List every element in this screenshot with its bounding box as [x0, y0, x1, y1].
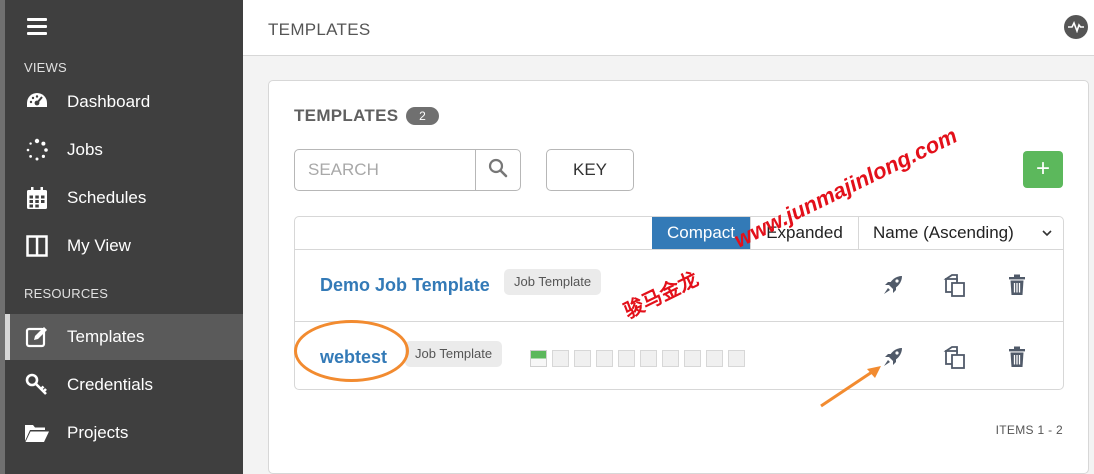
sidebar-item-projects[interactable]: Projects	[5, 410, 243, 456]
job-status-empty	[596, 350, 613, 367]
section-label-views: VIEWS	[24, 60, 67, 75]
recent-jobs-sparkline	[530, 350, 750, 367]
sidebar-item-label: Credentials	[67, 375, 153, 394]
add-template-button[interactable]: +	[1023, 151, 1063, 188]
columns-icon	[24, 233, 50, 259]
copy-icon[interactable]	[941, 343, 969, 371]
count-badge: 2	[406, 107, 439, 125]
job-status-empty	[618, 350, 635, 367]
template-type-badge: Job Template	[405, 341, 503, 367]
job-status-empty	[684, 350, 701, 367]
key-button[interactable]: KEY	[546, 149, 634, 191]
chevron-down-icon	[1041, 217, 1053, 249]
job-status-empty	[662, 350, 679, 367]
page-title: TEMPLATES	[268, 20, 371, 39]
search-box	[294, 149, 521, 191]
sidebar-item-dashboard[interactable]: Dashboard	[5, 79, 243, 125]
delete-trash-icon[interactable]	[1003, 271, 1031, 299]
highlight-ellipse	[294, 320, 409, 382]
sidebar-item-my-view[interactable]: My View	[5, 223, 243, 269]
sidebar-item-label: Dashboard	[67, 92, 151, 111]
sidebar-item-schedules[interactable]: Schedules	[5, 175, 243, 221]
job-status-empty	[552, 350, 569, 367]
sidebar-item-jobs[interactable]: Jobs	[5, 127, 243, 173]
menu-toggle-icon[interactable]	[27, 18, 47, 36]
copy-icon[interactable]	[941, 271, 969, 299]
items-count: ITEMS 1 - 2	[995, 423, 1063, 437]
list-header: Compact Expanded Name (Ascending)	[295, 217, 1063, 250]
calendar-icon	[24, 185, 50, 211]
job-status-empty	[706, 350, 723, 367]
sidebar-item-label: Templates	[67, 327, 145, 346]
sort-label: Name (Ascending)	[873, 223, 1014, 242]
search-icon	[488, 158, 508, 183]
panel-title: TEMPLATES	[294, 106, 399, 125]
edit-icon	[24, 324, 50, 350]
dashboard-icon	[24, 89, 50, 115]
search-input[interactable]	[295, 150, 476, 190]
section-label-resources: RESOURCES	[24, 286, 109, 301]
sidebar: VIEWS Dashboard Jobs Schedules My View R…	[0, 0, 243, 474]
job-status-empty	[640, 350, 657, 367]
search-button[interactable]	[475, 150, 520, 190]
sidebar-item-label: My View	[67, 236, 131, 255]
sort-dropdown[interactable]: Name (Ascending)	[858, 217, 1063, 249]
launch-rocket-icon[interactable]	[879, 271, 907, 299]
sidebar-item-label: Projects	[67, 423, 129, 442]
jobs-spinner-icon	[24, 137, 50, 163]
sidebar-item-label: Jobs	[67, 140, 103, 159]
folder-icon	[24, 420, 50, 446]
key-icon	[24, 372, 50, 398]
sidebar-item-templates[interactable]: Templates	[5, 314, 243, 360]
template-name-link[interactable]: Demo Job Template	[320, 250, 490, 320]
activity-stream-icon[interactable]	[1064, 15, 1088, 39]
sidebar-item-credentials[interactable]: Credentials	[5, 362, 243, 408]
delete-trash-icon[interactable]	[1003, 343, 1031, 371]
job-status-empty	[728, 350, 745, 367]
annotation-arrow-icon	[820, 366, 881, 408]
job-status-empty	[574, 350, 591, 367]
list-item: webtest Job Template	[295, 321, 1063, 389]
templates-list: Compact Expanded Name (Ascending) Demo J…	[294, 216, 1064, 390]
app-window: VIEWS Dashboard Jobs Schedules My View R…	[0, 0, 1094, 474]
template-type-badge: Job Template	[504, 269, 602, 295]
job-status-successful[interactable]	[530, 350, 547, 367]
top-bar: TEMPLATES	[243, 0, 1094, 56]
sidebar-item-label: Schedules	[67, 188, 147, 207]
